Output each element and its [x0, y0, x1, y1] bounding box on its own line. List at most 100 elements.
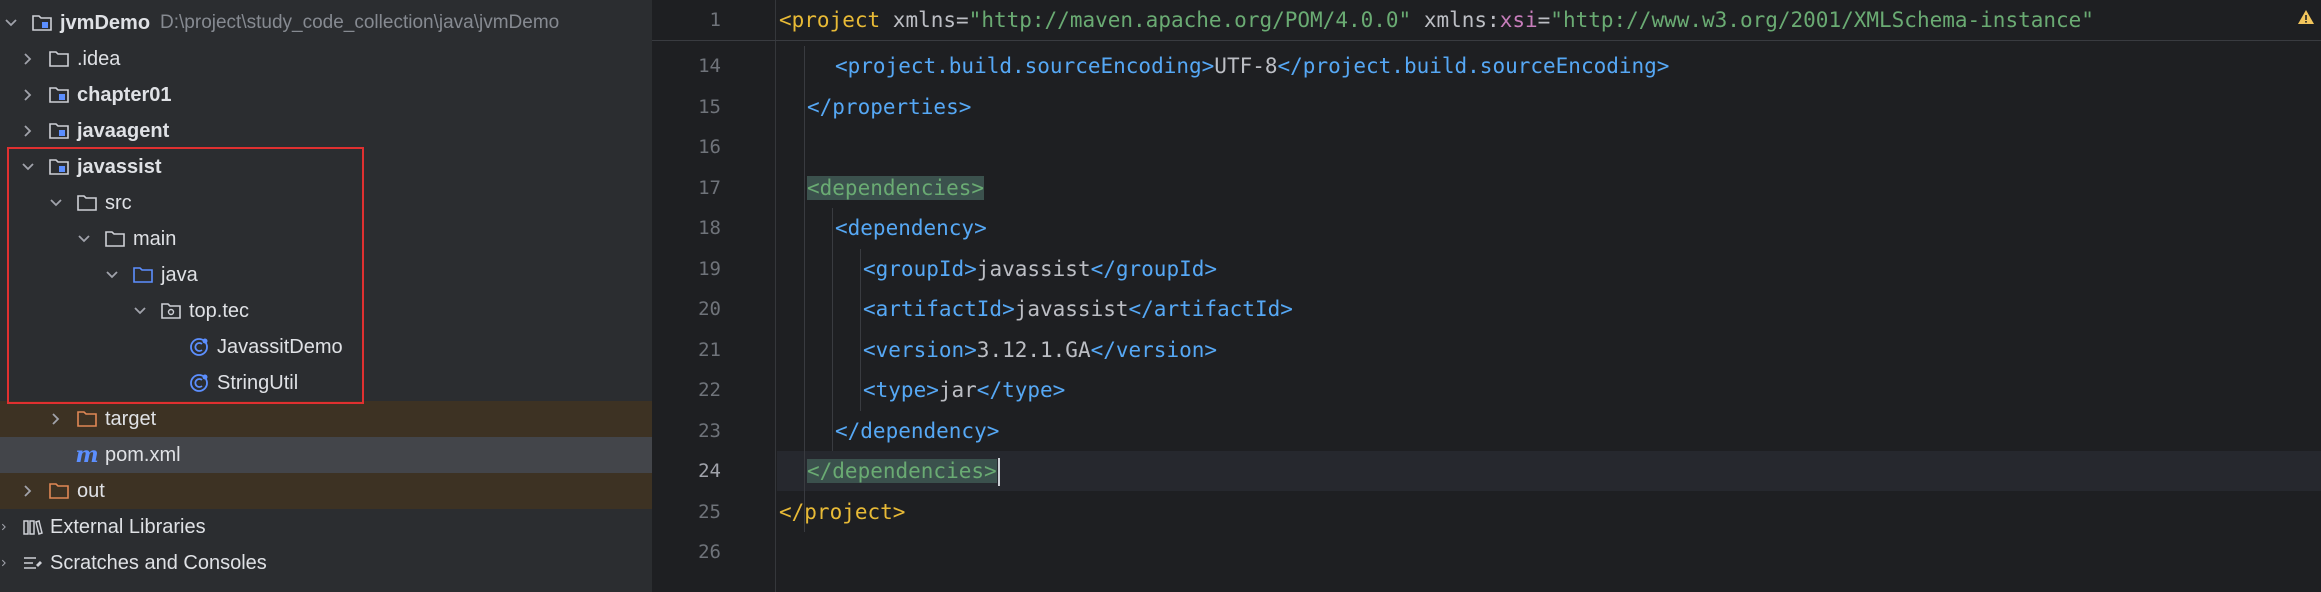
tree-item-label: chapter01 [77, 83, 172, 106]
sticky-line-divider [652, 40, 2321, 41]
line-number-current: 24 [698, 460, 721, 482]
tree-item-jvmdemo[interactable]: jvmDemo D:\project\study_code_collection… [0, 5, 652, 41]
warning-icon[interactable] [2297, 8, 2315, 26]
code-token: 3.12.1.GA [976, 338, 1091, 362]
module-folder-icon [47, 84, 71, 106]
code-editor[interactable]: 1 14 15 16 17 18 19 20 21 22 23 24 25 26… [652, 0, 2321, 592]
code-line[interactable]: </project> [779, 492, 905, 532]
code-token: xmlns= [880, 8, 969, 32]
current-line-highlight [777, 451, 2321, 491]
folder-icon [47, 48, 71, 70]
code-line[interactable]: <dependencies> [807, 168, 985, 208]
line-number: 15 [698, 96, 721, 118]
maven-file-icon: m [75, 442, 99, 468]
tree-item-javaagent[interactable]: javaagent [0, 113, 652, 149]
code-line[interactable]: <version>3.12.1.GA</version> [863, 330, 1217, 370]
code-line[interactable]: </dependency> [835, 411, 999, 451]
code-token: javassist [976, 257, 1091, 281]
tree-item-pom-xml[interactable]: m pom.xml [0, 437, 652, 473]
code-token: </dependency> [835, 419, 1000, 443]
code-line[interactable]: </properties> [807, 87, 971, 127]
scratches-icon [20, 552, 44, 574]
line-number: 16 [698, 136, 721, 158]
tree-item-label: .idea [77, 47, 121, 70]
code-token: jar [938, 378, 977, 402]
tree-item-label: target [105, 407, 157, 430]
chevron-right-icon[interactable] [47, 410, 65, 428]
code-line[interactable]: <dependency> [835, 208, 987, 248]
tree-item-label: jvmDemo [60, 11, 151, 34]
chevron-right-icon[interactable] [19, 86, 37, 104]
code-token: <project.build.sourceEncoding> [835, 54, 1215, 78]
code-token: = [1537, 8, 1551, 32]
excluded-folder-icon [47, 480, 71, 502]
line-number: 18 [698, 217, 721, 239]
code-token: <groupId> [863, 257, 977, 281]
code-token: </project.build.sourceEncoding> [1277, 54, 1670, 78]
code-token: "http://maven.apache.org/POM/4.0.0" [968, 8, 1412, 32]
indent-guide [804, 46, 805, 532]
code-token: "http://www.w3.org/2001/XMLSchema-instan… [1550, 8, 2094, 32]
line-number: 26 [698, 541, 721, 563]
code-line[interactable]: <type>jar</type> [863, 370, 1065, 410]
code-line-current[interactable]: </dependencies> [807, 451, 1000, 491]
code-token: <artifactId> [863, 297, 1015, 321]
line-number-gutter[interactable]: 1 14 15 16 17 18 19 20 21 22 23 24 25 26 [652, 0, 776, 592]
code-token: <version> [863, 338, 977, 362]
tree-item-label: javaagent [77, 119, 170, 142]
line-number: 19 [698, 258, 721, 280]
code-token: </dependencies> [807, 459, 997, 483]
chevron-right-icon[interactable] [0, 518, 8, 536]
code-token: <dependency> [835, 216, 987, 240]
code-line[interactable]: <groupId>javassist</groupId> [863, 249, 1217, 289]
line-number: 21 [698, 339, 721, 361]
code-token: </version> [1090, 338, 1218, 362]
chevron-right-icon[interactable] [0, 554, 8, 572]
code-token: <project [779, 8, 881, 32]
line-number: 23 [698, 420, 721, 442]
code-line[interactable]: <artifactId>javassist</artifactId> [863, 289, 1293, 329]
code-token: xsi [1499, 8, 1538, 32]
module-folder-icon [30, 12, 54, 34]
module-folder-icon [47, 120, 71, 142]
tree-item-out[interactable]: out [0, 473, 652, 509]
tree-item-label: Scratches and Consoles [50, 551, 267, 574]
code-token: </type> [976, 378, 1066, 402]
tree-item-external-libraries[interactable]: External Libraries [0, 509, 652, 545]
code-token: </artifactId> [1128, 297, 1293, 321]
project-path: D:\project\study_code_collection\java\jv… [160, 12, 560, 33]
line-number: 25 [698, 501, 721, 523]
library-icon [20, 516, 44, 538]
code-line[interactable]: <project.build.sourceEncoding>UTF-8</pro… [835, 46, 1669, 86]
text-caret [997, 458, 1000, 486]
tree-item-scratches[interactable]: Scratches and Consoles [0, 545, 652, 581]
tree-item-label: pom.xml [105, 443, 181, 466]
annotation-highlight-box [7, 147, 364, 404]
excluded-folder-icon [75, 408, 99, 430]
line-number: 17 [698, 177, 721, 199]
code-token: xmlns: [1411, 8, 1500, 32]
sticky-code-line[interactable]: <project xmlns="http://maven.apache.org/… [779, 0, 2094, 40]
project-tree: jvmDemo D:\project\study_code_collection… [0, 0, 652, 592]
code-token: </properties> [807, 95, 972, 119]
chevron-right-icon[interactable] [19, 482, 37, 500]
tree-item-label: External Libraries [50, 515, 206, 538]
line-number: 22 [698, 379, 721, 401]
tree-item-chapter01[interactable]: chapter01 [0, 77, 652, 113]
code-token: </project> [779, 500, 906, 524]
tree-item-target[interactable]: target [0, 401, 652, 437]
line-number: 1 [709, 9, 721, 31]
chevron-right-icon[interactable] [19, 50, 37, 68]
indent-guide [860, 249, 861, 411]
line-number: 20 [698, 298, 721, 320]
line-number: 14 [698, 55, 721, 77]
code-token: </groupId> [1090, 257, 1218, 281]
code-token: <dependencies> [807, 176, 985, 200]
code-token: javassist [1014, 297, 1129, 321]
chevron-down-icon[interactable] [2, 14, 20, 32]
tree-item-label: out [77, 479, 105, 502]
indent-guide [832, 208, 833, 451]
chevron-right-icon[interactable] [19, 122, 37, 140]
tree-item-idea[interactable]: .idea [0, 41, 652, 77]
ide-window: jvmDemo D:\project\study_code_collection… [0, 0, 2321, 592]
